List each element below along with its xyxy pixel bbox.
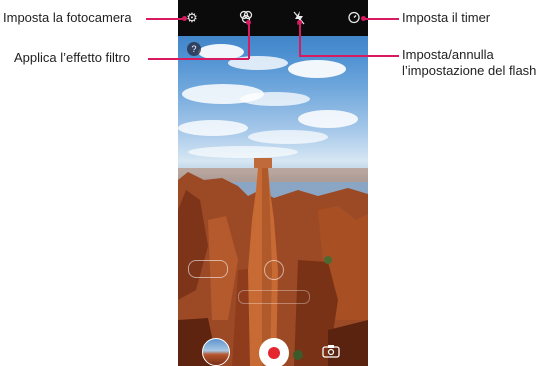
cloud	[298, 110, 358, 128]
camera-top-bar: ⚙	[178, 0, 368, 36]
cloud	[248, 130, 328, 144]
callout-timer: Imposta il timer	[402, 10, 491, 25]
callout-filter-effect: Applica l’effetto filtro	[14, 50, 131, 65]
record-button[interactable]	[259, 338, 289, 366]
cloud	[240, 92, 310, 106]
leader-dot	[297, 20, 302, 25]
leader-line	[148, 58, 249, 60]
canyon-landscape	[178, 158, 368, 366]
record-icon	[268, 347, 280, 359]
zoom-slider[interactable]	[238, 290, 310, 304]
leader-line	[146, 18, 182, 20]
callout-camera-settings: Imposta la fotocamera	[3, 10, 132, 25]
callout-flash-line2: l’impostazione del flash	[402, 63, 537, 78]
timer-icon[interactable]	[346, 10, 362, 26]
cloud	[178, 120, 248, 136]
cloud	[288, 60, 346, 78]
leader-line	[363, 18, 399, 20]
leader-line	[299, 22, 301, 56]
help-button[interactable]: ?	[187, 42, 201, 56]
leader-line	[299, 55, 399, 57]
leader-dot	[246, 20, 251, 25]
switch-camera-icon[interactable]	[321, 344, 341, 360]
zoom-control[interactable]	[188, 260, 228, 278]
focus-indicator	[264, 260, 284, 280]
callout-flash-line1: Imposta/annulla	[402, 47, 494, 62]
leader-line	[248, 22, 250, 59]
leader-dot	[361, 16, 366, 21]
gallery-thumbnail[interactable]	[202, 338, 230, 366]
leader-dot	[182, 16, 187, 21]
